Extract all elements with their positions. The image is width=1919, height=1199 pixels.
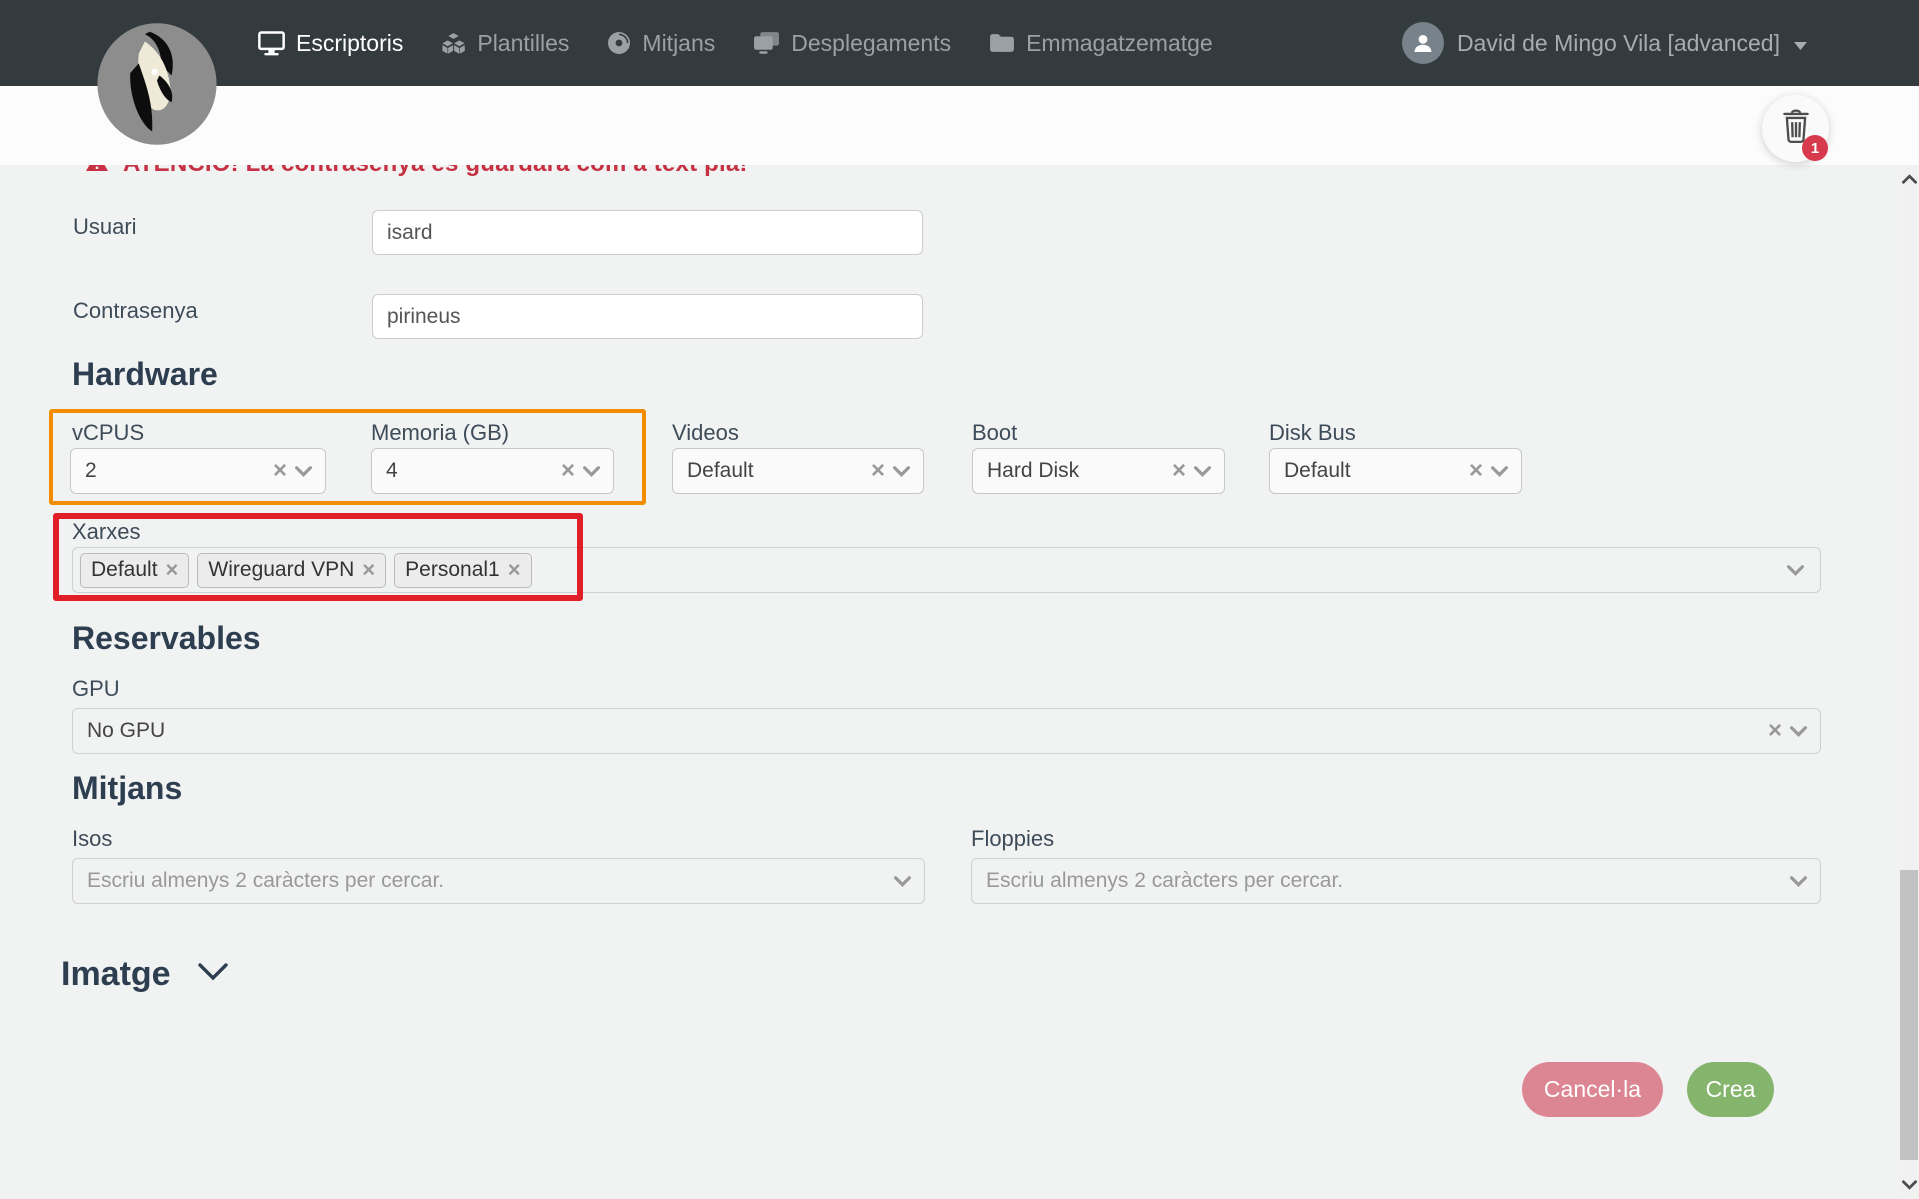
videos-value: Default — [673, 459, 863, 483]
floppies-placeholder: Escriu almenys 2 caràcters per cercar. — [972, 869, 1790, 893]
chevron-down-icon[interactable] — [893, 466, 923, 477]
create-button[interactable]: Crea — [1687, 1062, 1774, 1117]
remove-tag-icon[interactable]: × — [166, 557, 179, 583]
isos-placeholder: Escriu almenys 2 caràcters per cercar. — [73, 869, 894, 893]
top-navbar: Escriptoris Plantilles Mitjans Desplegam… — [0, 0, 1919, 86]
user-icon — [1402, 22, 1444, 64]
network-tag: Personal1 × — [394, 553, 531, 588]
chevron-down-icon[interactable] — [894, 876, 924, 887]
deployments-icon — [753, 31, 780, 56]
scroll-down-icon[interactable] — [1899, 1174, 1919, 1196]
mitjans-heading: Mitjans — [72, 770, 182, 807]
diskbus-label: Disk Bus — [1269, 420, 1356, 446]
warning-text: ATENCIÓ! La contrasenya es guardarà com … — [123, 165, 748, 178]
network-tag-label: Wireguard VPN — [208, 558, 354, 582]
nav-item-escriptoris[interactable]: Escriptoris — [258, 30, 403, 57]
trash-button[interactable]: 1 — [1762, 95, 1829, 162]
cubes-icon — [441, 32, 466, 55]
imatge-section-toggle[interactable]: Imatge — [61, 955, 229, 994]
imatge-heading: Imatge — [61, 955, 171, 994]
clear-icon[interactable]: × — [265, 459, 295, 483]
cancel-button[interactable]: Cancel·la — [1522, 1062, 1663, 1117]
network-tag: Default × — [80, 553, 189, 588]
videos-label: Videos — [672, 420, 739, 446]
floppies-search-select[interactable]: Escriu almenys 2 caràcters per cercar. — [971, 858, 1821, 904]
vcpus-value: 2 — [71, 459, 265, 483]
nav-item-label: Desplegaments — [791, 30, 951, 57]
chevron-down-icon[interactable] — [583, 466, 613, 477]
clear-icon[interactable]: × — [863, 459, 893, 483]
isardvdi-create-desktop-page: Escriptoris Plantilles Mitjans Desplegam… — [0, 0, 1919, 1199]
contrasenya-input[interactable] — [372, 294, 923, 339]
nav-item-label: Emmagatzematge — [1026, 30, 1213, 57]
usuari-label: Usuari — [73, 214, 137, 240]
reservables-heading: Reservables — [72, 620, 261, 657]
user-menu[interactable]: David de Mingo Vila [advanced] — [1402, 0, 1808, 86]
floppies-label: Floppies — [971, 826, 1054, 852]
chevron-down-icon[interactable] — [1790, 876, 1820, 887]
isos-search-select[interactable]: Escriu almenys 2 caràcters per cercar. — [72, 858, 925, 904]
clear-icon[interactable]: × — [1461, 459, 1491, 483]
nav-item-mitjans[interactable]: Mitjans — [607, 30, 715, 57]
chevron-down-icon — [1793, 30, 1808, 57]
folder-icon — [989, 32, 1015, 54]
boot-select[interactable]: Hard Disk × — [972, 448, 1225, 494]
clear-icon[interactable]: × — [1164, 459, 1194, 483]
scroll-up-icon[interactable] — [1899, 168, 1919, 190]
nav-item-label: Mitjans — [642, 30, 715, 57]
videos-select[interactable]: Default × — [672, 448, 924, 494]
boot-label: Boot — [972, 420, 1017, 446]
nav-menu: Escriptoris Plantilles Mitjans Desplegam… — [258, 0, 1213, 86]
user-name: David de Mingo Vila [advanced] — [1457, 30, 1780, 57]
diskbus-value: Default — [1270, 459, 1461, 483]
chevron-down-icon[interactable] — [295, 466, 325, 477]
boot-value: Hard Disk — [973, 459, 1164, 483]
trash-count-badge: 1 — [1802, 135, 1828, 161]
xarxes-label: Xarxes — [72, 519, 140, 545]
scrollbar[interactable] — [1899, 165, 1919, 1199]
memoria-select[interactable]: 4 × — [371, 448, 614, 494]
chevron-down-icon[interactable] — [1787, 565, 1817, 576]
vcpus-select[interactable]: 2 × — [70, 448, 326, 494]
chevron-down-icon — [197, 962, 229, 987]
chevron-down-icon[interactable] — [1491, 466, 1521, 477]
memoria-value: 4 — [372, 459, 553, 483]
desktop-icon — [258, 31, 285, 56]
nav-item-label: Plantilles — [477, 30, 569, 57]
hardware-heading: Hardware — [72, 356, 218, 393]
clear-icon[interactable]: × — [553, 459, 583, 483]
chevron-down-icon[interactable] — [1194, 466, 1224, 477]
gpu-label: GPU — [72, 676, 120, 702]
xarxes-multiselect[interactable]: Default × Wireguard VPN × Personal1 × — [72, 547, 1821, 593]
network-tag-label: Personal1 — [405, 558, 500, 582]
network-tag-label: Default — [91, 558, 158, 582]
usuari-input[interactable] — [372, 210, 923, 255]
warning-triangle-icon — [85, 165, 109, 177]
gpu-select[interactable]: No GPU × — [72, 708, 1821, 754]
remove-tag-icon[interactable]: × — [362, 557, 375, 583]
gpu-value: No GPU — [73, 719, 1760, 743]
contrasenya-label: Contrasenya — [73, 298, 198, 324]
page-subheader: 1 — [0, 86, 1919, 165]
nav-item-desplegaments[interactable]: Desplegaments — [753, 30, 951, 57]
nav-item-label: Escriptoris — [296, 30, 403, 57]
vcpus-label: vCPUS — [72, 420, 144, 446]
nav-item-emmagatzematge[interactable]: Emmagatzematge — [989, 30, 1213, 57]
diskbus-select[interactable]: Default × — [1269, 448, 1522, 494]
memoria-label: Memoria (GB) — [371, 420, 509, 446]
remove-tag-icon[interactable]: × — [508, 557, 521, 583]
isos-label: Isos — [72, 826, 112, 852]
warning-banner: ATENCIÓ! La contrasenya es guardarà com … — [0, 165, 1919, 182]
clear-icon[interactable]: × — [1760, 719, 1790, 743]
isard-logo[interactable] — [96, 22, 218, 146]
scrollbar-thumb[interactable] — [1900, 870, 1918, 1160]
nav-item-plantilles[interactable]: Plantilles — [441, 30, 569, 57]
network-tag: Wireguard VPN × — [197, 553, 386, 588]
chevron-down-icon[interactable] — [1790, 726, 1820, 737]
disc-icon — [607, 31, 631, 55]
